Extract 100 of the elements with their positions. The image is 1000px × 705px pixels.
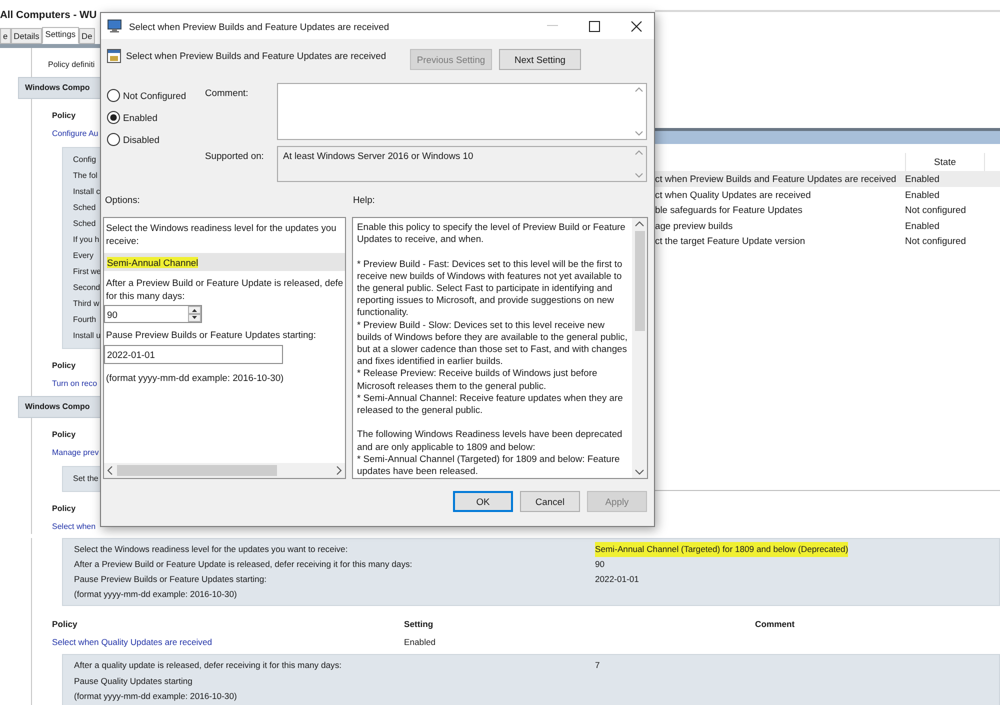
setting-label: After a quality update is released, defer receiving it for this many days: (74, 659, 342, 672)
section-header: Windows Compo (18, 77, 102, 99)
setting-row[interactable]: ct when Preview Builds and Feature Updates are received Enabled (655, 171, 1000, 186)
setting-row[interactable]: age preview builds Enabled (655, 218, 1000, 233)
scroll-right-icon[interactable] (336, 466, 342, 475)
option-label: Select the Windows readiness level for the updates you (105, 222, 338, 234)
policy-link[interactable]: Manage prev (52, 446, 100, 460)
setting-cell-text: Enabled (404, 636, 436, 649)
help-text: Enable this policy to specify the level of Preview Build or Feature Updates to receive, and when. * Preview Build - Fast: Devices set to this level will be the first to receive new builds of Windows with features not yet available to the general public. Select Fast to participate in identifying and reporting issues to Microsoft, and provide suggestions on new functionality. * Preview Build - Slow: Devices set to this level receive new builds of Windows before they are available to the general public, but at a slower cadence than those set to Fast, and with changes and fixes identified in earlier builds. * Release Preview: Receive builds of Windows just before Microsoft releases them to the general public. * Semi-Annual Channel: Receive feature updates when they are released to the general public. The following Windows Readiness levels have been deprecated and are only applicable to 1809 and below: * Semi-Annual Channel (Targeted) for 1809 and below: Feature updates have been released. (356, 220, 628, 478)
scroll-up-icon[interactable] (635, 87, 643, 92)
policy-link[interactable]: Select when (52, 520, 100, 534)
maximize-icon[interactable] (588, 20, 600, 32)
details-text: Third w (73, 298, 100, 310)
window-title: Select when Preview Builds and Feature Updates are received (129, 20, 390, 32)
policy-heading: Policy (51, 360, 77, 372)
tab[interactable]: De (78, 28, 96, 44)
policy-link[interactable]: Select when Quality Updates are received (52, 635, 212, 649)
details-text: Sched (73, 218, 97, 230)
level-dropdown[interactable]: Semi-Annual Channel (104, 253, 345, 271)
date-field[interactable]: 2022-01-01 (104, 344, 283, 364)
scroll-left-icon[interactable] (107, 466, 113, 475)
report-text: Policy definiti (47, 59, 96, 71)
setting-value: 90 (595, 558, 605, 571)
details-text: Install c (73, 186, 101, 198)
options-label: Options: (105, 194, 141, 207)
radio-option[interactable]: Enabled (107, 111, 205, 124)
supported-label: Supported on: (205, 149, 265, 163)
policy-icon (107, 49, 121, 63)
column-header: Setting (404, 618, 434, 631)
option-label: After a Preview Build or Feature Update is released, defe (105, 277, 344, 290)
setting-heading: Select when Preview Builds and Feature Updates are received (126, 50, 388, 61)
spin-arrows-icon[interactable] (188, 306, 201, 322)
setting-label: Pause Quality Updates starting (74, 674, 192, 688)
nav-button[interactable]: Next Setting (499, 49, 581, 70)
setting-label: After a Preview Build or Feature Update is released, defer receiving it for this many days: (74, 558, 412, 571)
setting-name: ble safeguards for Feature Updates (655, 203, 802, 217)
details-text: Every (73, 250, 94, 262)
setting-name: ct when Quality Updates are received (655, 188, 811, 202)
dialog-button[interactable]: OK (453, 491, 513, 512)
details-text: Fourth (73, 314, 98, 326)
vertical-scrollbar[interactable] (632, 218, 647, 478)
comment-field[interactable] (277, 83, 647, 140)
details-text: Config (73, 154, 98, 166)
setting-label: (format yyyy-mm-dd example: 2016-10-30) (74, 690, 237, 703)
setting-row[interactable]: ble safeguards for Feature Updates Not configured (655, 202, 1000, 218)
policy-link[interactable]: Configure Au (52, 127, 100, 141)
details-text: Set the (73, 473, 100, 485)
details-text: If you h (73, 234, 100, 246)
setting-name: age preview builds (655, 218, 733, 233)
setting-row[interactable]: ct the target Feature Update version Not configured (655, 233, 1000, 248)
setting-value: 7 (595, 659, 600, 672)
setting-state: Enabled (905, 172, 940, 186)
details-text: The fol (73, 170, 98, 182)
radio-option[interactable]: Not Configured (107, 89, 205, 102)
option-label: (format yyyy-mm-dd example: 2016-10-30) (105, 372, 285, 384)
minimize-icon[interactable] (546, 25, 558, 27)
tab[interactable]: e (0, 28, 11, 44)
scroll-thumb[interactable] (117, 465, 277, 476)
option-label: for this many days: (105, 290, 186, 302)
scroll-down-icon[interactable] (635, 469, 644, 475)
option-label: receive: (105, 234, 140, 247)
details-text: Install u (73, 330, 101, 342)
supported-field: At least Windows Server 2016 or Windows 10 (277, 146, 647, 182)
policy-link[interactable]: Turn on reco (52, 377, 100, 391)
setting-value: 2022-01-01 (595, 573, 639, 586)
setting-state: Not configured (905, 234, 966, 248)
setting-label: Pause Preview Builds or Feature Updates starting: (74, 573, 266, 586)
scroll-thumb[interactable] (634, 231, 644, 331)
setting-name: ct the target Feature Update version (655, 234, 806, 248)
report-title: All Computers - WU (0, 9, 98, 23)
radio-option[interactable]: Disabled (107, 133, 205, 146)
option-label: Pause Preview Builds or Feature Updates starting: (105, 329, 317, 342)
setting-state: Enabled (905, 218, 940, 232)
help-label: Help: (353, 194, 375, 207)
scroll-up-icon[interactable] (635, 221, 644, 227)
setting-name: ct when Preview Builds and Feature Updates are received (655, 172, 896, 186)
policy-heading: Policy (51, 429, 77, 441)
setting-value: Semi-Annual Channel (Targeted) for 1809 and below (Deprecated) (595, 542, 848, 557)
close-icon[interactable] (630, 20, 642, 32)
setting-row[interactable]: ct when Quality Updates are received Enabled (655, 186, 1000, 202)
tab[interactable]: Settings (42, 27, 79, 44)
section-header: Windows Compo (18, 396, 102, 418)
setting-state: Not configured (905, 203, 966, 217)
horizontal-scrollbar[interactable] (104, 463, 345, 478)
column-header: Policy (52, 618, 78, 631)
tab[interactable]: Details (10, 28, 42, 44)
dialog-button[interactable]: Cancel (520, 491, 580, 512)
details-text: Sched (73, 202, 97, 214)
days-spinbox[interactable]: 90 (104, 305, 202, 323)
policy-heading: Policy (51, 503, 77, 515)
setting-state: Enabled (905, 188, 940, 202)
dropdown-value: Semi-Annual Channel (107, 256, 198, 268)
policy-heading: Policy (51, 110, 77, 122)
scroll-down-icon[interactable] (635, 131, 643, 136)
column-header: Comment (755, 618, 796, 631)
setting-label: (format yyyy-mm-dd example: 2016-10-30) (74, 588, 237, 601)
comment-label: Comment: (205, 86, 250, 100)
setting-label: Select the Windows readiness level for the updates you want to receive: (74, 543, 348, 556)
details-text: Second (73, 282, 101, 294)
computer-icon (107, 19, 123, 33)
